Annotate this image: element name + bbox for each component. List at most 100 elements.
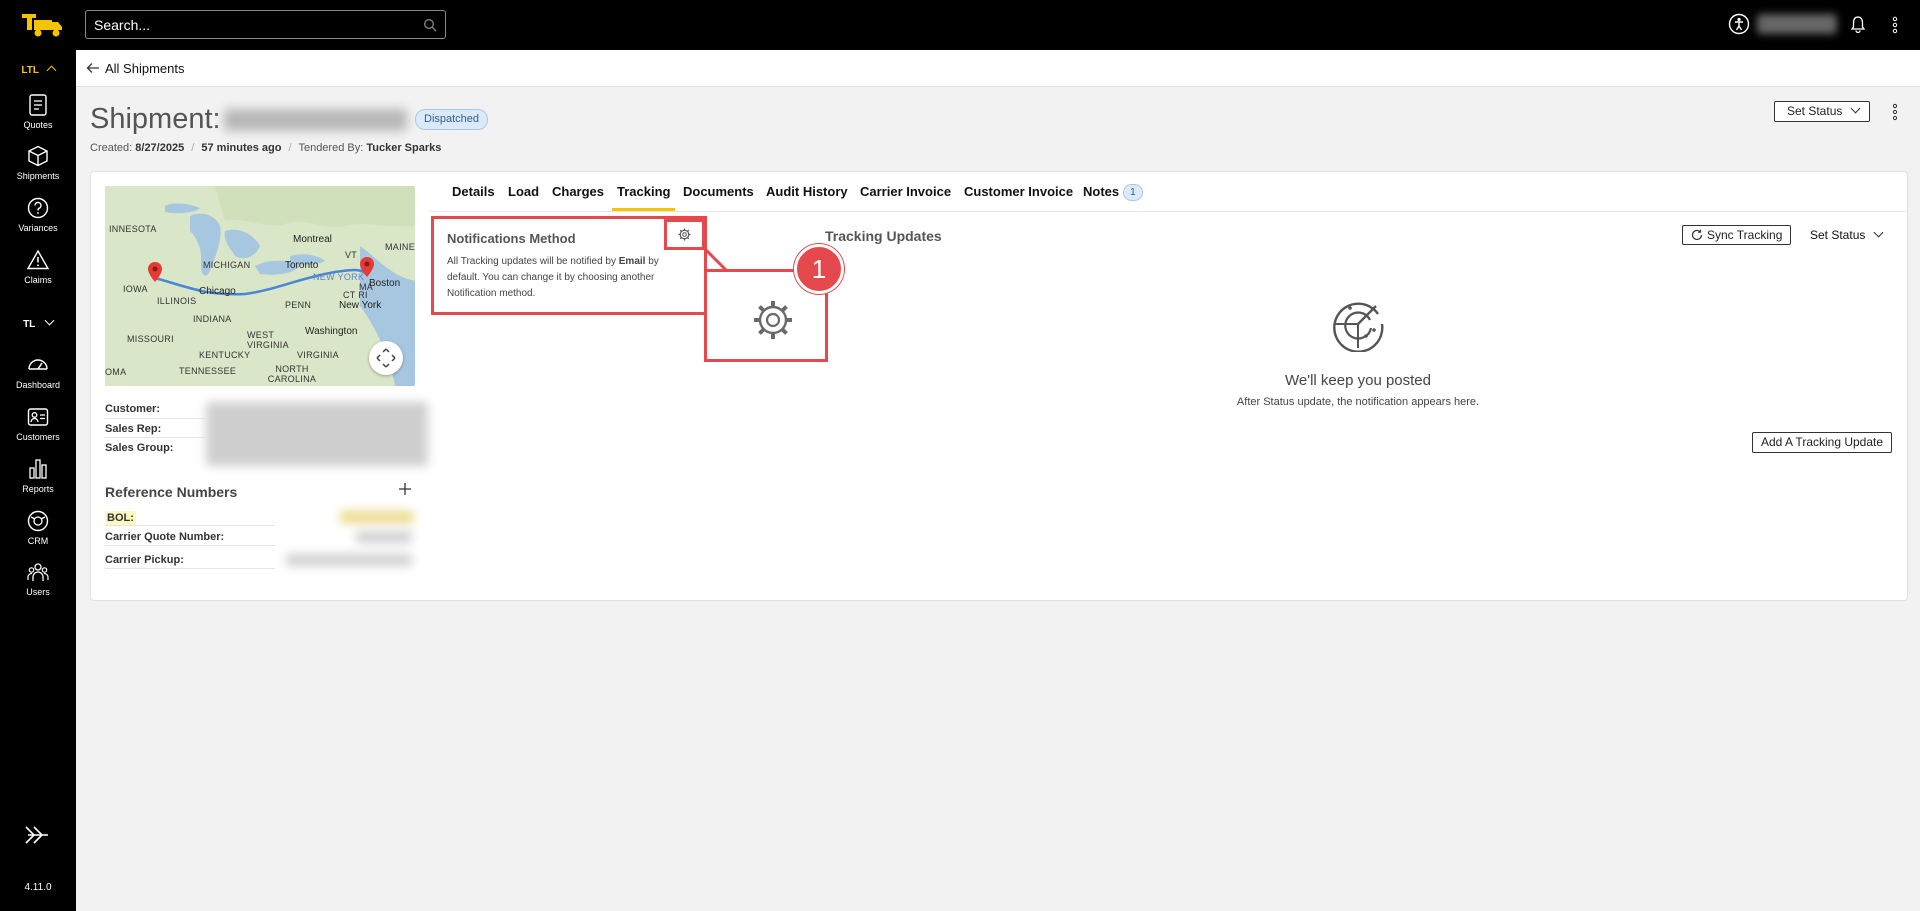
plus-icon[interactable]: [398, 482, 412, 496]
search-icon[interactable]: [423, 18, 437, 32]
tab-details[interactable]: Details: [452, 184, 495, 199]
sidebar-item-dashboard[interactable]: Dashboard: [0, 354, 76, 402]
tab-documents[interactable]: Documents: [683, 184, 754, 199]
tab-customer-invoice[interactable]: Customer Invoice: [964, 184, 1073, 199]
bell-icon[interactable]: [1850, 15, 1866, 33]
map-city-label: Montreal: [293, 234, 332, 245]
tab-tracking[interactable]: Tracking: [617, 184, 670, 199]
origin-pin-icon[interactable]: [148, 262, 162, 282]
notif-text-part: All Tracking updates will be notified by: [447, 256, 619, 267]
bol-label: BOL:: [105, 511, 136, 525]
sidebar-item-quotes[interactable]: Quotes: [0, 94, 76, 142]
user-name-redacted[interactable]: [1757, 14, 1837, 34]
app-version: 4.11.0: [24, 882, 52, 893]
map-fullscreen-button[interactable]: [369, 341, 403, 375]
sidebar-item-label: Customers: [16, 432, 60, 442]
map-region-label: INNESOTA: [109, 224, 157, 234]
notification-settings-button[interactable]: [664, 219, 705, 250]
carrier-quote-redacted: [356, 531, 412, 543]
breadcrumb: All Shipments: [76, 50, 1920, 87]
expand-sidebar-icon[interactable]: [24, 825, 50, 845]
sidebar-item-claims[interactable]: Claims: [0, 249, 76, 297]
map-region-label: MICHIGAN: [203, 260, 251, 270]
map-city-label: Toronto: [285, 260, 319, 271]
sync-tracking-label: Sync Tracking: [1707, 228, 1783, 242]
contact-card-icon: [27, 408, 49, 426]
map-region-label: IOWA: [123, 284, 148, 294]
gear-icon: [678, 228, 691, 241]
sidebar-item-variances[interactable]: Variances: [0, 197, 76, 245]
notes-count-badge: 1: [1123, 184, 1143, 201]
created-age: 57 minutes ago: [201, 142, 282, 154]
sidebar-item-users[interactable]: Users: [0, 561, 76, 609]
more-vertical-icon[interactable]: [1892, 16, 1898, 34]
accessibility-icon[interactable]: [1728, 13, 1750, 35]
bol-value-redacted: [340, 511, 414, 523]
destination-pin-icon[interactable]: [360, 257, 374, 277]
map-region-label: NORTH CAROLINA: [267, 364, 317, 384]
sidebar-item-reports[interactable]: Reports: [0, 458, 76, 506]
sidebar-item-label: Reports: [22, 484, 54, 494]
tab-carrier-invoice[interactable]: Carrier Invoice: [860, 184, 951, 199]
more-vertical-icon[interactable]: [1892, 103, 1898, 121]
question-circle-icon: [27, 197, 49, 219]
tendered-label: Tendered By:: [298, 142, 364, 154]
arrow-left-icon[interactable]: [86, 61, 100, 75]
map-region-label: PENN: [285, 300, 312, 310]
sidebar-group-tl[interactable]: TL: [0, 315, 76, 330]
set-status-button[interactable]: Set Status: [1774, 101, 1870, 122]
map-region-label: VIRGINIA: [297, 350, 339, 360]
carrier-pickup-redacted: [286, 554, 412, 566]
sidebar-item-label: Claims: [24, 275, 52, 285]
sidebar-item-label: Dashboard: [15, 380, 61, 390]
empty-state-title: We'll keep you posted: [1284, 372, 1431, 389]
sync-tracking-button[interactable]: Sync Tracking: [1682, 225, 1791, 245]
company-logo-icon[interactable]: [20, 12, 64, 38]
carrier-quote-number-label: Carrier Quote Number:: [105, 531, 225, 543]
tab-load[interactable]: Load: [508, 184, 539, 199]
chevron-down-icon: [1850, 103, 1861, 114]
tab-notes[interactable]: Notes 1: [1083, 184, 1143, 201]
tracking-updates-title: Tracking Updates: [825, 228, 942, 244]
map-region-label: ILLINOIS: [157, 296, 197, 306]
tab-charges[interactable]: Charges: [552, 184, 604, 199]
divider: [105, 525, 275, 526]
users-icon: [27, 563, 49, 581]
meta-separator: /: [191, 142, 195, 154]
map-region-label: MISSOURI: [127, 334, 174, 344]
shipment-number-redacted: [224, 109, 407, 131]
divider: [430, 211, 1908, 212]
sidebar-item-shipments[interactable]: Shipments: [0, 145, 76, 193]
add-tracking-update-button[interactable]: Add A Tracking Update: [1752, 432, 1892, 453]
created-date: 8/27/2025: [135, 142, 185, 154]
radar-icon: [1333, 302, 1384, 352]
map-region-label: MAINE: [385, 242, 415, 252]
empty-state-subtitle: After Status update, the notification ap…: [1236, 396, 1480, 408]
sidebar-item-crm[interactable]: CRM: [0, 510, 76, 558]
customer-label: Customer:: [105, 403, 161, 415]
set-status-label: Set Status: [1810, 228, 1866, 242]
divider: [105, 545, 275, 546]
top-bar: [0, 0, 1920, 50]
sidebar-item-customers[interactable]: Customers: [0, 406, 76, 454]
map-city-label: Chicago: [199, 286, 236, 297]
sales-rep-label: Sales Rep:: [105, 423, 162, 435]
chevron-up-icon: [46, 65, 57, 76]
customer-details-redacted: [206, 402, 428, 466]
status-badge: Dispatched: [415, 109, 489, 130]
tab-audit-history[interactable]: Audit History: [766, 184, 848, 199]
route-map[interactable]: INNESOTA MICHIGAN MAINE VT IOWA ILLINOIS…: [105, 186, 415, 386]
crm-icon: [27, 510, 49, 532]
search-box[interactable]: [85, 10, 446, 39]
callout-step-number: 1: [794, 244, 844, 294]
sidebar-group-label: TL: [23, 319, 36, 330]
map-region-label: TENNESSEE: [179, 366, 237, 376]
back-to-all-shipments-link[interactable]: All Shipments: [105, 61, 184, 76]
meta-separator: /: [288, 142, 292, 154]
search-input[interactable]: [86, 11, 445, 38]
quotes-icon: [29, 94, 47, 116]
map-region-label: VT: [345, 250, 358, 260]
map-region-label: INDIANA: [193, 314, 232, 324]
sidebar-group-ltl[interactable]: LTL: [0, 65, 76, 76]
tracking-set-status-dropdown[interactable]: Set Status: [1810, 227, 1884, 242]
